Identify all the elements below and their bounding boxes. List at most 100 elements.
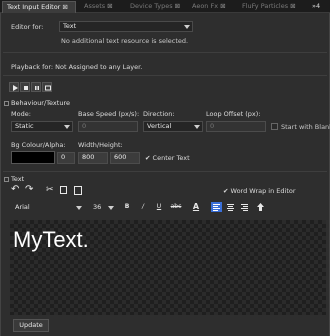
center-text-checkbox[interactable]: ✔ Center Text bbox=[145, 154, 190, 162]
editor-for-value: Text bbox=[63, 22, 77, 30]
pause-button[interactable] bbox=[31, 82, 41, 92]
update-button[interactable]: Update bbox=[13, 319, 49, 332]
start-with-blank-checkbox[interactable] bbox=[271, 123, 278, 130]
close-icon[interactable]: ⊠ bbox=[220, 2, 225, 10]
align-left-icon bbox=[213, 204, 220, 211]
loop-offset-input[interactable]: 0 bbox=[206, 121, 266, 132]
tab-device-types[interactable]: Device Types ⊠ bbox=[126, 1, 184, 13]
undo-icon[interactable]: ↶ bbox=[11, 184, 19, 195]
loop-offset-value: 0 bbox=[210, 122, 215, 130]
align-center-button[interactable] bbox=[225, 202, 236, 212]
word-wrap-label: Word Wrap in Editor bbox=[230, 187, 296, 195]
tab-label: Assets bbox=[84, 2, 106, 10]
width-value: 800 bbox=[82, 153, 95, 161]
direction-value: Vertical bbox=[147, 122, 172, 130]
font-family-value: Arial bbox=[15, 203, 30, 211]
stop-icon bbox=[24, 86, 28, 90]
editor-for-dropdown[interactable]: Text bbox=[59, 21, 193, 32]
mode-value: Static bbox=[15, 122, 34, 130]
direction-dropdown[interactable]: Vertical bbox=[143, 121, 203, 132]
close-icon[interactable]: ⊠ bbox=[175, 2, 180, 10]
base-speed-value: 0 bbox=[82, 122, 87, 130]
loop-button[interactable] bbox=[42, 82, 52, 92]
word-wrap-checkbox[interactable]: ✔ Word Wrap in Editor bbox=[223, 187, 296, 195]
text-editor-area[interactable]: MyText. bbox=[10, 220, 326, 315]
italic-button[interactable]: / bbox=[138, 202, 148, 212]
base-speed-input[interactable]: 0 bbox=[78, 121, 138, 132]
bg-colour-swatch[interactable] bbox=[11, 151, 55, 164]
divider bbox=[3, 75, 327, 76]
chevron-down-icon bbox=[64, 125, 70, 129]
chevron-down-icon bbox=[76, 206, 82, 210]
mode-label: Mode: bbox=[11, 110, 31, 118]
format-toolbar: Arial 36 B / U abc A bbox=[11, 202, 317, 213]
bg-alpha-value: 0 bbox=[61, 153, 66, 161]
tab-label: Text Input Editor bbox=[7, 3, 61, 11]
base-speed-label: Base Speed (px/s): bbox=[78, 110, 140, 118]
section-title: Text bbox=[11, 175, 25, 183]
copy-icon[interactable] bbox=[60, 186, 67, 194]
chevron-down-icon bbox=[108, 206, 114, 210]
height-value: 600 bbox=[114, 153, 127, 161]
bg-alpha-spinner[interactable]: 0 bbox=[57, 152, 75, 164]
underline-button[interactable]: U bbox=[154, 202, 164, 212]
editor-for-note: No additional text resource is selected. bbox=[61, 37, 189, 45]
height-input[interactable]: 600 bbox=[110, 152, 140, 164]
tab-overflow-button[interactable]: »4 bbox=[312, 2, 320, 10]
tab-aeon-fx[interactable]: Aeon Fx ⊠ bbox=[188, 1, 234, 13]
start-with-blank-label: Start with Blank bbox=[281, 123, 330, 131]
play-button[interactable] bbox=[9, 82, 19, 92]
tab-label: Aeon Fx bbox=[192, 2, 219, 10]
align-right-icon bbox=[241, 204, 248, 211]
pause-icon bbox=[35, 86, 39, 90]
loop-offset-label: Loop Offset (px): bbox=[206, 110, 261, 118]
redo-icon[interactable]: ↷ bbox=[25, 184, 33, 195]
font-family-dropdown[interactable]: Arial bbox=[11, 202, 85, 213]
arrow-up-icon bbox=[257, 203, 264, 211]
text-input-editor-panel: Editor for: Text No additional text reso… bbox=[0, 13, 330, 336]
cut-icon[interactable]: ✂ bbox=[46, 185, 54, 195]
width-input[interactable]: 800 bbox=[78, 152, 108, 164]
section-title: Behaviour/Texture bbox=[11, 99, 70, 107]
behaviour-section-header[interactable]: Behaviour/Texture bbox=[4, 99, 70, 107]
playback-label: Playback for: Not Assigned to any Layer. bbox=[11, 63, 143, 71]
play-icon bbox=[13, 85, 18, 91]
align-left-button[interactable] bbox=[211, 202, 222, 212]
superscript-button[interactable] bbox=[255, 202, 266, 212]
tab-assets[interactable]: Assets ⊠ bbox=[80, 1, 122, 13]
transport-controls bbox=[9, 82, 55, 93]
tab-bar: Text Input Editor ⊠ Assets ⊠ Device Types ⊠… bbox=[0, 0, 330, 13]
checkmark-icon: ✔ bbox=[145, 154, 151, 162]
text-section-header[interactable]: Text bbox=[4, 175, 24, 183]
text-color-button[interactable]: A bbox=[191, 202, 201, 212]
close-icon[interactable]: ⊠ bbox=[62, 3, 67, 11]
checkmark-icon: ✔ bbox=[223, 187, 229, 195]
tab-label: FluFy Particles bbox=[242, 2, 289, 10]
tab-text-input-editor[interactable]: Text Input Editor ⊠ bbox=[2, 1, 76, 13]
editor-for-label: Editor for: bbox=[11, 23, 44, 31]
mode-dropdown[interactable]: Static bbox=[11, 121, 73, 132]
center-text-label: Center Text bbox=[152, 154, 190, 162]
tab-label: Device Types bbox=[130, 2, 173, 10]
close-icon[interactable]: ⊠ bbox=[107, 2, 112, 10]
align-right-button[interactable] bbox=[239, 202, 250, 212]
text-content: MyText. bbox=[13, 227, 89, 252]
divider bbox=[3, 171, 327, 172]
stop-button[interactable] bbox=[20, 82, 30, 92]
tab-flufy-particles[interactable]: FluFy Particles ⊠ bbox=[238, 1, 310, 13]
edit-toolbar: ↶ ↷ ✂ bbox=[11, 184, 111, 197]
paste-icon[interactable] bbox=[74, 186, 82, 195]
align-center-icon bbox=[227, 204, 234, 211]
direction-label: Direction: bbox=[143, 110, 175, 118]
strikethrough-button[interactable]: abc bbox=[169, 202, 183, 212]
font-size-value: 36 bbox=[93, 203, 102, 211]
chevron-down-icon bbox=[184, 25, 190, 29]
collapse-icon bbox=[4, 100, 9, 106]
font-size-dropdown[interactable]: 36 bbox=[89, 202, 117, 213]
close-icon[interactable]: ⊠ bbox=[290, 2, 295, 10]
tab-overflow-count: 4 bbox=[315, 2, 321, 10]
collapse-icon bbox=[4, 176, 9, 182]
width-height-label: Width/Height: bbox=[78, 141, 123, 149]
divider bbox=[3, 52, 327, 53]
bold-button[interactable]: B bbox=[122, 202, 132, 212]
